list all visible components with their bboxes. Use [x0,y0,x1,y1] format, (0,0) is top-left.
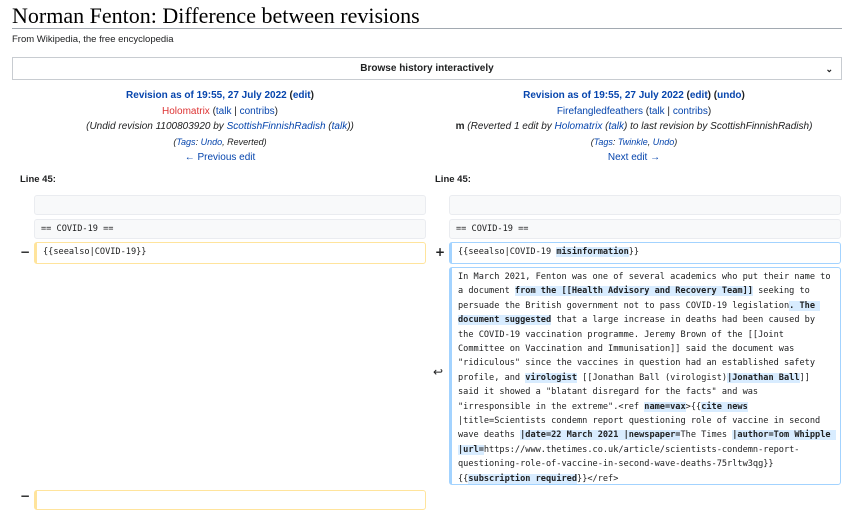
new-revision-tags: (Tags: Twinkle, Undo) [590,136,678,147]
added-line: {{seealso|COVID-19 misinformation}} [449,242,841,264]
old-revision-header: Revision as of 19:55, 27 July 2022 (edit… [10,88,430,166]
chevron-down-icon: ⌄ [825,64,833,74]
browse-history-label: Browse history interactively [360,63,494,74]
added-paragraph: In March 2021, Fenton was one of several… [449,267,841,485]
old-context-empty [34,195,426,215]
old-tags-link[interactable]: Tags [176,137,195,147]
old-revision-user-link[interactable]: Holomatrix [162,106,210,117]
new-revision-contribs-link[interactable]: contribs [673,106,708,117]
title-divider [12,28,842,29]
deleted-line: {{seealso|COVID-19}} [34,242,426,264]
new-revision-summary: m (Reverted 1 edit by Holomatrix (talk) … [455,121,813,132]
moved-paragraph-icon[interactable]: ↩ [433,365,443,379]
new-tags-link[interactable]: Tags [594,137,613,147]
old-tag-undo-link[interactable]: Undo [201,137,223,147]
new-revision-user-link[interactable]: Firefangledfeathers [557,106,643,117]
old-summary-user-link[interactable]: ScottishFinnishRadish [227,121,326,132]
browse-history-button[interactable]: Browse history interactively ⌄ [12,57,842,80]
new-revision-talk-link[interactable]: talk [649,106,665,117]
new-revision-edit-link[interactable]: edit [690,90,708,101]
tagline: From Wikipedia, the free encyclopedia [12,34,174,45]
new-line-number: Line 45: [435,174,471,185]
next-edit-link[interactable]: Next edit → [608,152,660,163]
previous-edit-link[interactable]: ← Previous edit [185,152,256,163]
old-revision-talk-link[interactable]: talk [216,106,232,117]
new-tag-twinkle-link[interactable]: Twinkle [618,137,648,147]
old-line-number: Line 45: [20,174,56,185]
deleted-marker-2: − [20,489,31,503]
old-summary-talk-link[interactable]: talk [332,121,348,132]
new-revision-undo-link[interactable]: undo [717,90,741,101]
old-context-heading: == COVID-19 == [34,219,426,239]
old-revision-tags: (Tags: Undo, Reverted) [173,136,267,147]
new-context-heading: == COVID-19 == [449,219,841,239]
old-revision-contribs-link[interactable]: contribs [240,106,275,117]
page-title: Norman Fenton: Difference between revisi… [12,3,420,28]
new-summary-talk-link[interactable]: talk [608,121,624,132]
new-summary-user-link[interactable]: Holomatrix [555,121,603,132]
old-revision-summary: (Undid revision 1100803920 by ScottishFi… [86,121,354,132]
new-context-empty [449,195,841,215]
old-revision-edit-link[interactable]: edit [293,90,311,101]
deleted-line-2 [34,490,426,510]
new-tag-undo-link[interactable]: Undo [653,137,675,147]
new-revision-header: Revision as of 19:55, 27 July 2022 (edit… [424,88,844,166]
added-marker: + [435,245,446,259]
new-revision-link[interactable]: Revision as of 19:55, 27 July 2022 [523,90,684,101]
old-revision-link[interactable]: Revision as of 19:55, 27 July 2022 [126,90,287,101]
deleted-marker: − [20,245,31,259]
